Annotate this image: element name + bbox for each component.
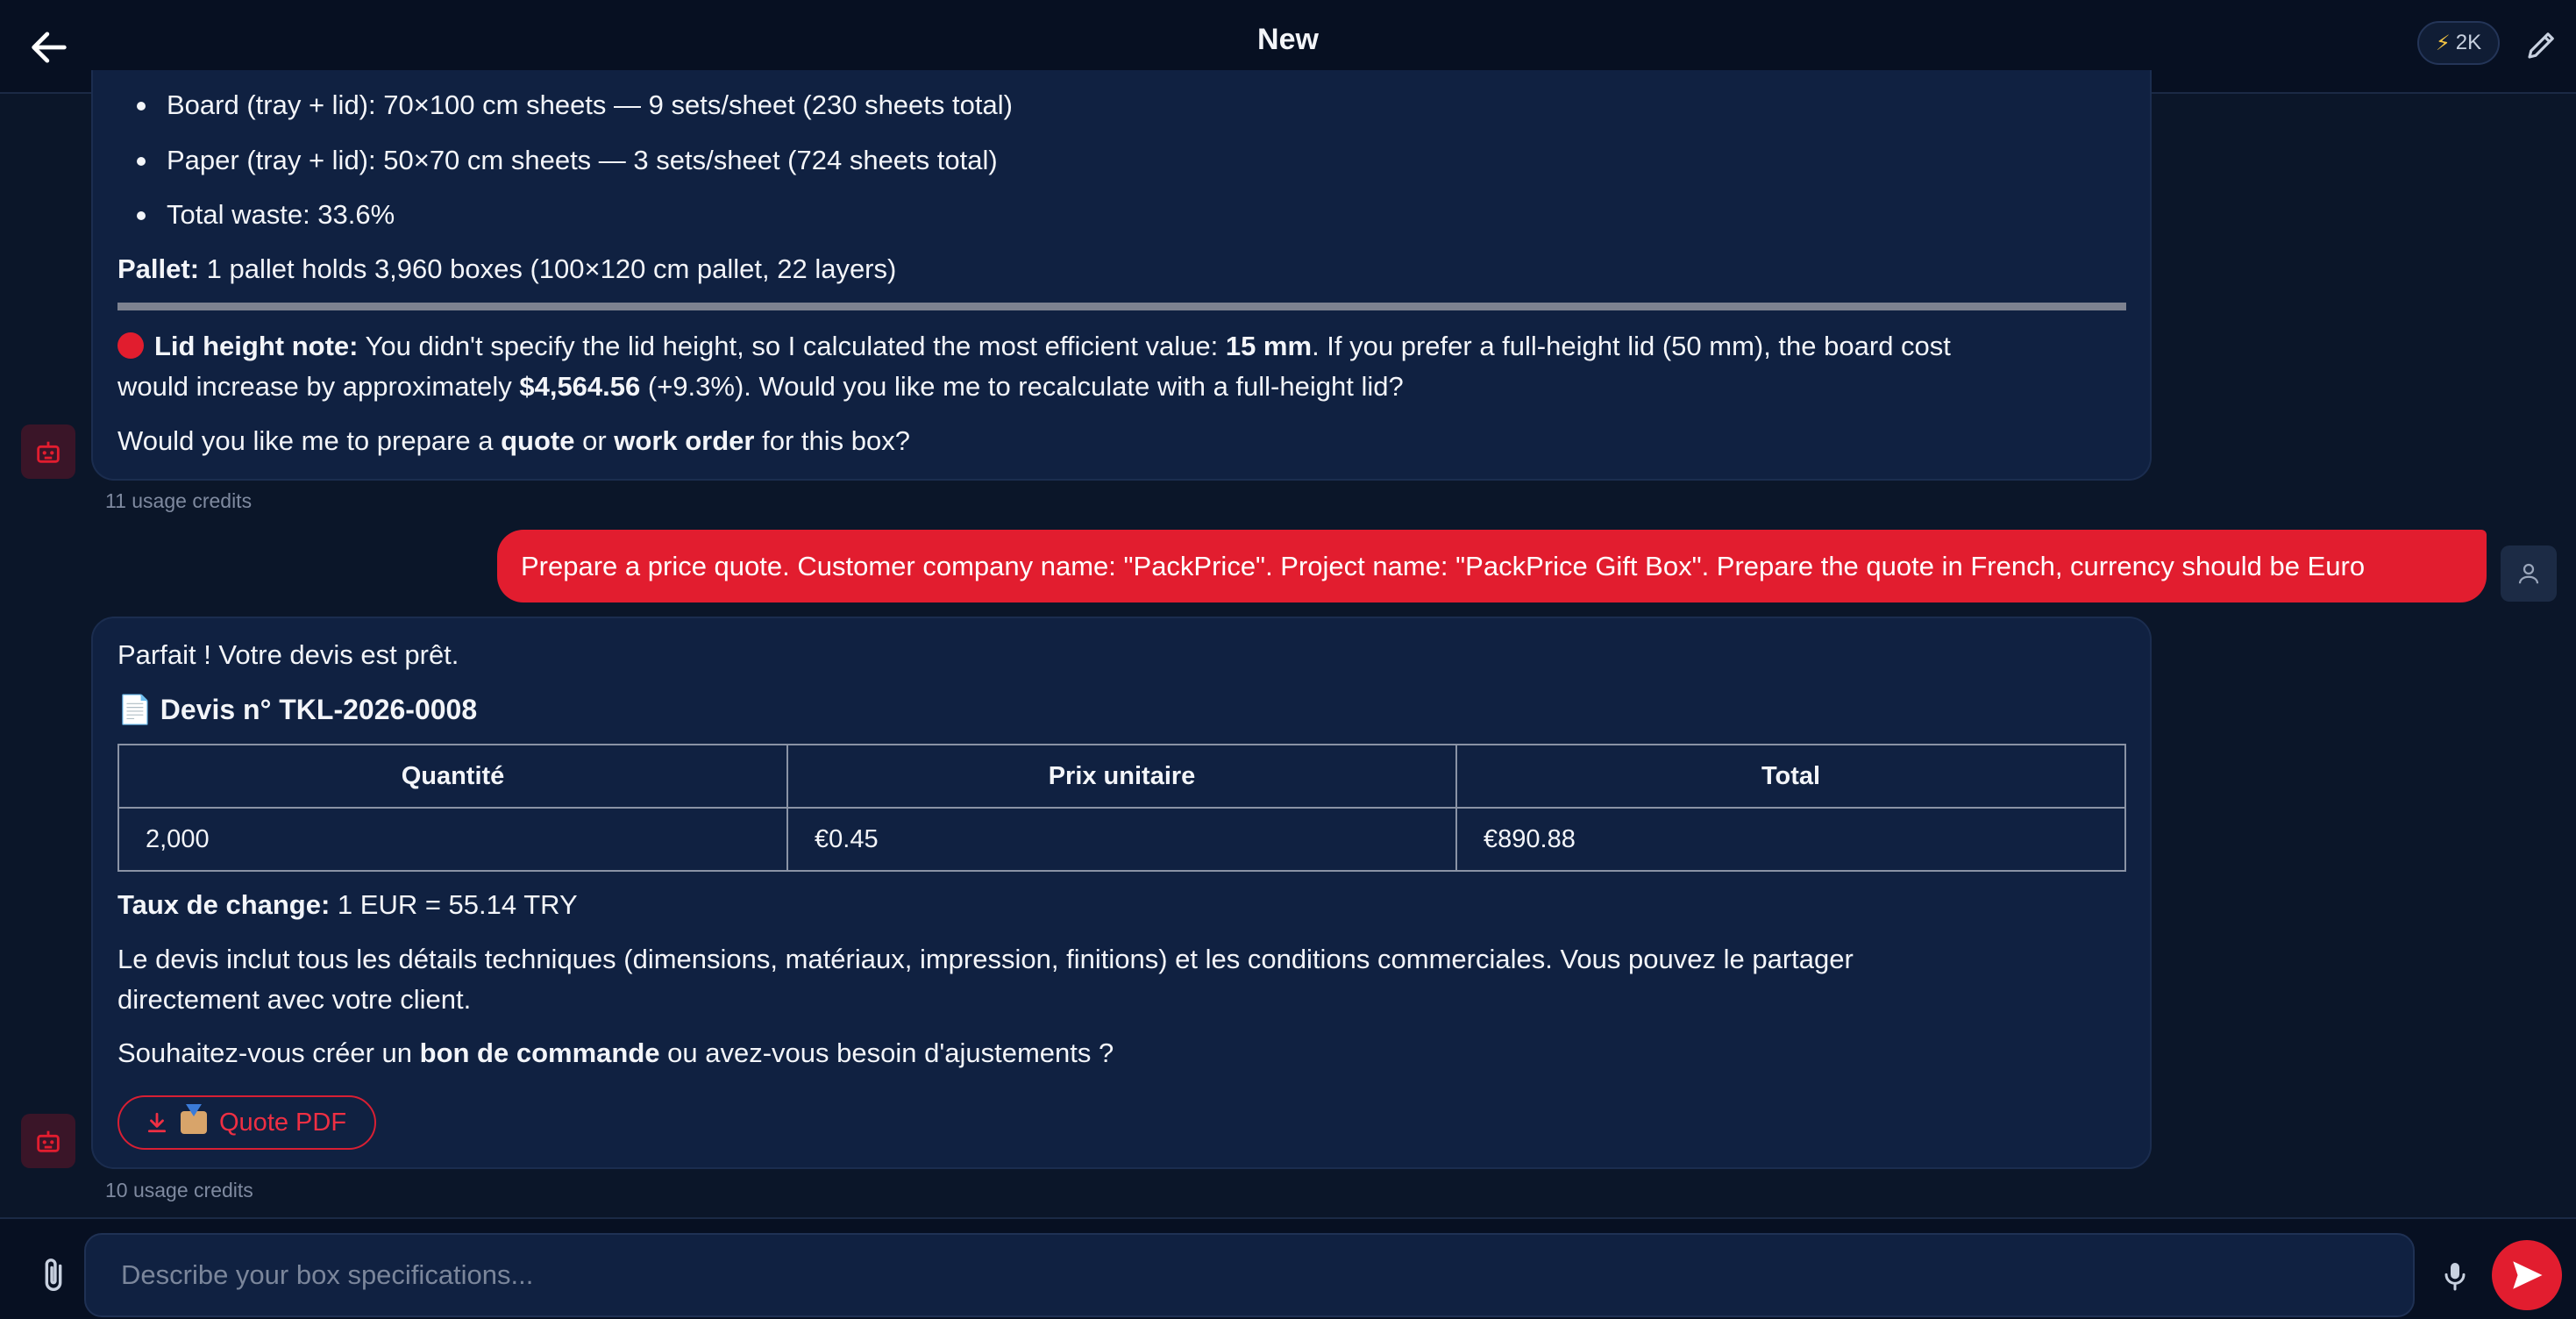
usage-credits: 11 usage credits (105, 489, 253, 512)
quote-intro: Parfait ! Votre devis est prêt. (117, 639, 459, 670)
send-icon (2513, 1261, 2543, 1289)
table-header-row: Quantité Prix unitaire Total (117, 744, 2126, 809)
download-icon (147, 1112, 167, 1133)
credits-count: 2K (2455, 31, 2482, 54)
user-icon (2518, 563, 2539, 584)
table-cell: 2,000 (117, 807, 788, 872)
exchange-rate: Taux de change: 1 EUR = 55.14 TRY (117, 889, 578, 920)
red-circle-icon (117, 332, 144, 359)
table-cell: €0.45 (786, 807, 1457, 872)
credits-badge[interactable]: ⚡ 2K (2417, 21, 2500, 65)
list-item: Total waste: 33.6% (136, 195, 395, 235)
robot-icon (37, 1130, 60, 1152)
follow-up-question: Souhaitez-vous créer un bon de commande … (117, 1037, 1114, 1068)
user-message: Prepare a price quote. Customer company … (497, 530, 2487, 602)
user-avatar (2501, 545, 2557, 602)
follow-up-question: Would you like me to prepare a quote or … (117, 425, 910, 456)
robot-icon (37, 441, 60, 463)
table-row: 2,000 €0.45 €890.88 (117, 807, 2126, 872)
bot-avatar (21, 424, 75, 479)
list-item: Paper (tray + lid): 50×70 cm sheets — 3 … (137, 140, 998, 181)
quote-pdf-button[interactable]: Quote PDF (117, 1095, 376, 1150)
quote-description-line-1: Le devis inclut tous les détails techniq… (117, 944, 1854, 974)
pallet-info: Pallet: 1 pallet holds 3,960 boxes (100×… (117, 253, 897, 284)
usage-credits: 10 usage credits (105, 1179, 253, 1201)
column-header: Quantité (117, 744, 788, 809)
quote-pdf-label: Quote PDF (219, 1108, 347, 1137)
divider (117, 303, 2126, 310)
list-item: Board (tray + lid): 70×100 cm sheets — 9… (137, 85, 1013, 125)
send-button[interactable] (2492, 1240, 2562, 1310)
paperclip-icon[interactable] (33, 1256, 74, 1296)
message-input[interactable] (84, 1233, 2415, 1317)
page-title: New (1257, 23, 1319, 56)
quote-description-line-2: directement avec votre client. (117, 984, 472, 1015)
lightning-icon: ⚡ (2435, 31, 2451, 55)
microphone-icon[interactable] (2437, 1256, 2473, 1296)
edit-pencil-icon[interactable] (2523, 26, 2560, 63)
table-cell: €890.88 (1455, 807, 2126, 872)
column-header: Prix unitaire (786, 744, 1457, 809)
document-icon: 📄 (117, 694, 153, 725)
inbox-tray-icon (181, 1104, 207, 1134)
lid-note-line-2: would increase by approximately $4,564.5… (117, 371, 1404, 402)
bot-avatar (21, 1114, 75, 1168)
quote-heading: 📄 Devis n° TKL-2026-0008 (117, 694, 478, 725)
lid-note-line-1: Lid height note: You didn't specify the … (117, 326, 1951, 367)
column-header: Total (1455, 744, 2126, 809)
quote-table: Quantité Prix unitaire Total 2,000 €0.45… (117, 744, 2126, 872)
